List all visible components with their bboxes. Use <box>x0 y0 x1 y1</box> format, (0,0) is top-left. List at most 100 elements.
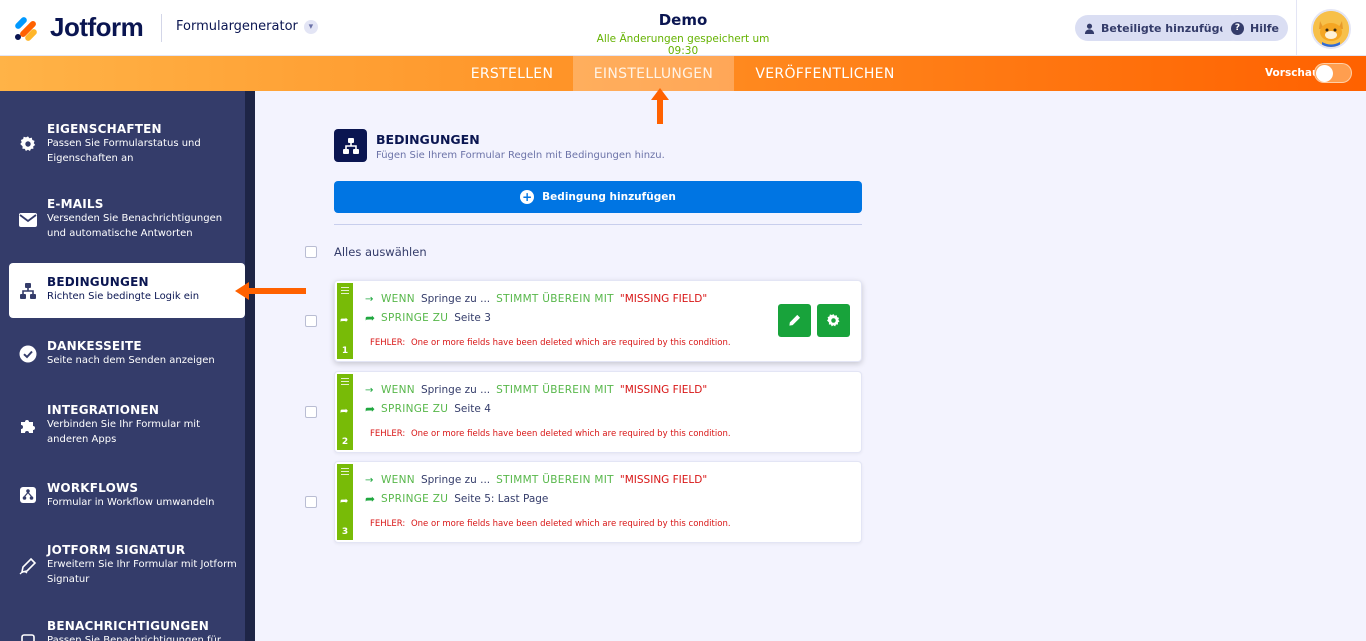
sidebar-item-desc: Erweitern Sie Ihr Formular mit Jotform S… <box>47 559 237 585</box>
select-all-checkbox[interactable] <box>305 246 317 258</box>
drag-lines-icon <box>341 287 349 296</box>
arrow-right-icon: → <box>365 293 374 305</box>
condition-card[interactable]: ➦ 1 → WENN Springe zu ... STIMMT ÜBEREIN… <box>334 280 862 362</box>
pen-icon <box>18 556 38 576</box>
condition-error: FEHLER: One or more fields have been del… <box>370 519 731 529</box>
error-label: FEHLER: <box>370 519 406 529</box>
condition-number: 3 <box>341 527 349 537</box>
condition-number: 1 <box>341 346 349 356</box>
hierarchy-icon <box>342 137 359 154</box>
condition-number: 2 <box>341 437 349 447</box>
sidebar-item-eigenschaften[interactable]: EIGENSCHAFTEN Passen Sie Formularstatus … <box>0 112 245 172</box>
then-target: Seite 4 <box>454 403 491 415</box>
envelope-icon <box>18 210 38 230</box>
sidebar-item-desc: Seite nach dem Senden anzeigen <box>47 355 215 366</box>
help-button[interactable]: ? Hilfe <box>1222 15 1288 41</box>
then-keyword: SPRINGE ZU <box>381 493 449 505</box>
sidebar-item-workflows[interactable]: WORKFLOWS Formular in Workflow umwandeln <box>0 474 245 519</box>
jump-arrow-icon: ➦ <box>340 406 349 417</box>
match-value: "MISSING FIELD" <box>619 384 708 396</box>
form-generator-dropdown[interactable]: Formulargenerator ▾ <box>176 19 318 34</box>
sidebar-item-integrationen[interactable]: INTEGRATIONEN Verbinden Sie Ihr Formular… <box>0 396 245 456</box>
toggle-knob <box>1316 65 1333 82</box>
then-target: Seite 3 <box>454 312 491 324</box>
bell-icon <box>18 631 38 641</box>
sidebar-item-desc: Passen Sie Benachrichtigungen für <box>47 635 222 641</box>
pencil-icon <box>789 314 801 326</box>
avatar[interactable] <box>1311 9 1351 49</box>
sidebar-item-desc: Formular in Workflow umwandeln <box>47 497 215 508</box>
sidebar-item-title: JOTFORM SIGNATUR <box>47 543 186 557</box>
hierarchy-icon <box>18 281 38 301</box>
error-text: One or more fields have been deleted whi… <box>410 338 731 348</box>
tab-erstellen[interactable]: ERSTELLEN <box>451 56 573 91</box>
condition-drag-handle[interactable]: ➦ 3 <box>337 464 353 540</box>
condition-checkbox[interactable] <box>305 496 317 508</box>
match-value: "MISSING FIELD" <box>619 474 708 486</box>
condition-checkbox[interactable] <box>305 406 317 418</box>
error-text: One or more fields have been deleted whi… <box>410 429 731 439</box>
match-keyword: STIMMT ÜBEREIN MIT <box>496 384 614 396</box>
condition-card[interactable]: ➦ 2 → WENN Springe zu ... STIMMT ÜBEREIN… <box>334 371 862 453</box>
form-title[interactable]: Demo <box>583 11 783 29</box>
drag-lines-icon <box>341 378 349 387</box>
condition-if-row: → WENN Springe zu ... STIMMT ÜBEREIN MIT… <box>365 293 707 305</box>
condition-error: FEHLER: One or more fields have been del… <box>370 429 731 439</box>
sidebar-item-title: BENACHRICHTIGUNGEN <box>47 619 210 633</box>
then-target: Seite 5: Last Page <box>454 493 549 505</box>
sidebar-item-bedingungen[interactable]: BEDINGUNGEN Richten Sie bedingte Logik e… <box>9 263 245 318</box>
sidebar-item-desc: Versenden Sie Benachrichtigungen und aut… <box>47 213 223 239</box>
divider <box>334 224 862 225</box>
condition-if-row: → WENN Springe zu ... STIMMT ÜBEREIN MIT… <box>365 474 707 486</box>
preview-toggle[interactable] <box>1314 63 1352 83</box>
condition-then-row: ➦ SPRINGE ZU Seite 5: Last Page <box>365 492 554 506</box>
condition-error: FEHLER: One or more fields have been del… <box>370 338 731 348</box>
sidebar-item-title: EIGENSCHAFTEN <box>47 122 162 136</box>
sidebar-item-benachrichtigungen[interactable]: BENACHRICHTIGUNGEN Passen Sie Benachrich… <box>0 613 245 641</box>
edit-condition-button[interactable] <box>778 304 811 337</box>
workflow-icon <box>18 485 38 505</box>
jotform-logo-icon <box>13 15 40 42</box>
then-keyword: SPRINGE ZU <box>381 312 449 324</box>
jump-arrow-icon: ➦ <box>365 402 376 416</box>
error-label: FEHLER: <box>370 338 406 348</box>
jump-arrow-icon: ➦ <box>365 311 376 325</box>
condition-drag-handle[interactable]: ➦ 1 <box>337 283 353 359</box>
sidebar-item-desc: Verbinden Sie Ihr Formular mit anderen A… <box>47 419 201 445</box>
jump-arrow-icon: ➦ <box>365 492 376 506</box>
page-subtitle: Fügen Sie Ihrem Formular Regeln mit Bedi… <box>376 150 665 161</box>
plus-icon: + <box>520 190 535 204</box>
jotform-logo[interactable]: Jotform <box>13 12 144 43</box>
sidebar-item-jotform-signatur[interactable]: JOTFORM SIGNATUR Erweitern Sie Ihr Formu… <box>0 537 245 597</box>
gear-icon <box>827 314 840 327</box>
jump-arrow-icon: ➦ <box>340 315 349 326</box>
sidebar-item-desc: Passen Sie Formularstatus und Eigenschaf… <box>47 138 201 164</box>
header-divider <box>161 14 162 42</box>
if-field: Springe zu ... <box>420 384 491 396</box>
sidebar-item-dankesseite[interactable]: DANKESSEITE Seite nach dem Senden anzeig… <box>0 333 245 378</box>
condition-drag-handle[interactable]: ➦ 2 <box>337 374 353 450</box>
sidebar-scrollbar[interactable] <box>245 91 255 641</box>
conditions-header-icon <box>334 129 367 162</box>
tab-veroeffentlichen[interactable]: VERÖFFENTLICHEN <box>734 56 916 91</box>
annotation-arrow-up <box>651 88 669 124</box>
condition-settings-button[interactable] <box>817 304 850 337</box>
condition-card[interactable]: ➦ 3 → WENN Springe zu ... STIMMT ÜBEREIN… <box>334 461 862 543</box>
save-status: Alle Änderungen gespeichert um 09:30 <box>596 33 770 57</box>
jump-arrow-icon: ➦ <box>340 496 349 507</box>
add-condition-button[interactable]: + Bedingung hinzufügen <box>334 181 862 213</box>
header-separator <box>1296 0 1297 56</box>
puzzle-icon <box>18 415 38 435</box>
if-keyword: WENN <box>381 384 415 396</box>
sidebar-item-title: WORKFLOWS <box>47 481 139 495</box>
condition-checkbox[interactable] <box>305 315 317 327</box>
condition-then-row: ➦ SPRINGE ZU Seite 3 <box>365 311 497 325</box>
add-participants-button[interactable]: Beteiligte hinzufügen <box>1075 15 1244 41</box>
help-label: Hilfe <box>1250 21 1279 35</box>
add-participants-label: Beteiligte hinzufügen <box>1101 21 1235 35</box>
form-title-block: Demo Alle Änderungen gespeichert um 09:3… <box>583 11 783 57</box>
sidebar-item-title: E-MAILS <box>47 197 104 211</box>
add-condition-label: Bedingung hinzufügen <box>542 191 676 203</box>
match-keyword: STIMMT ÜBEREIN MIT <box>496 474 614 486</box>
sidebar-item-emails[interactable]: E-MAILS Versenden Sie Benachrichtigungen… <box>0 190 245 250</box>
